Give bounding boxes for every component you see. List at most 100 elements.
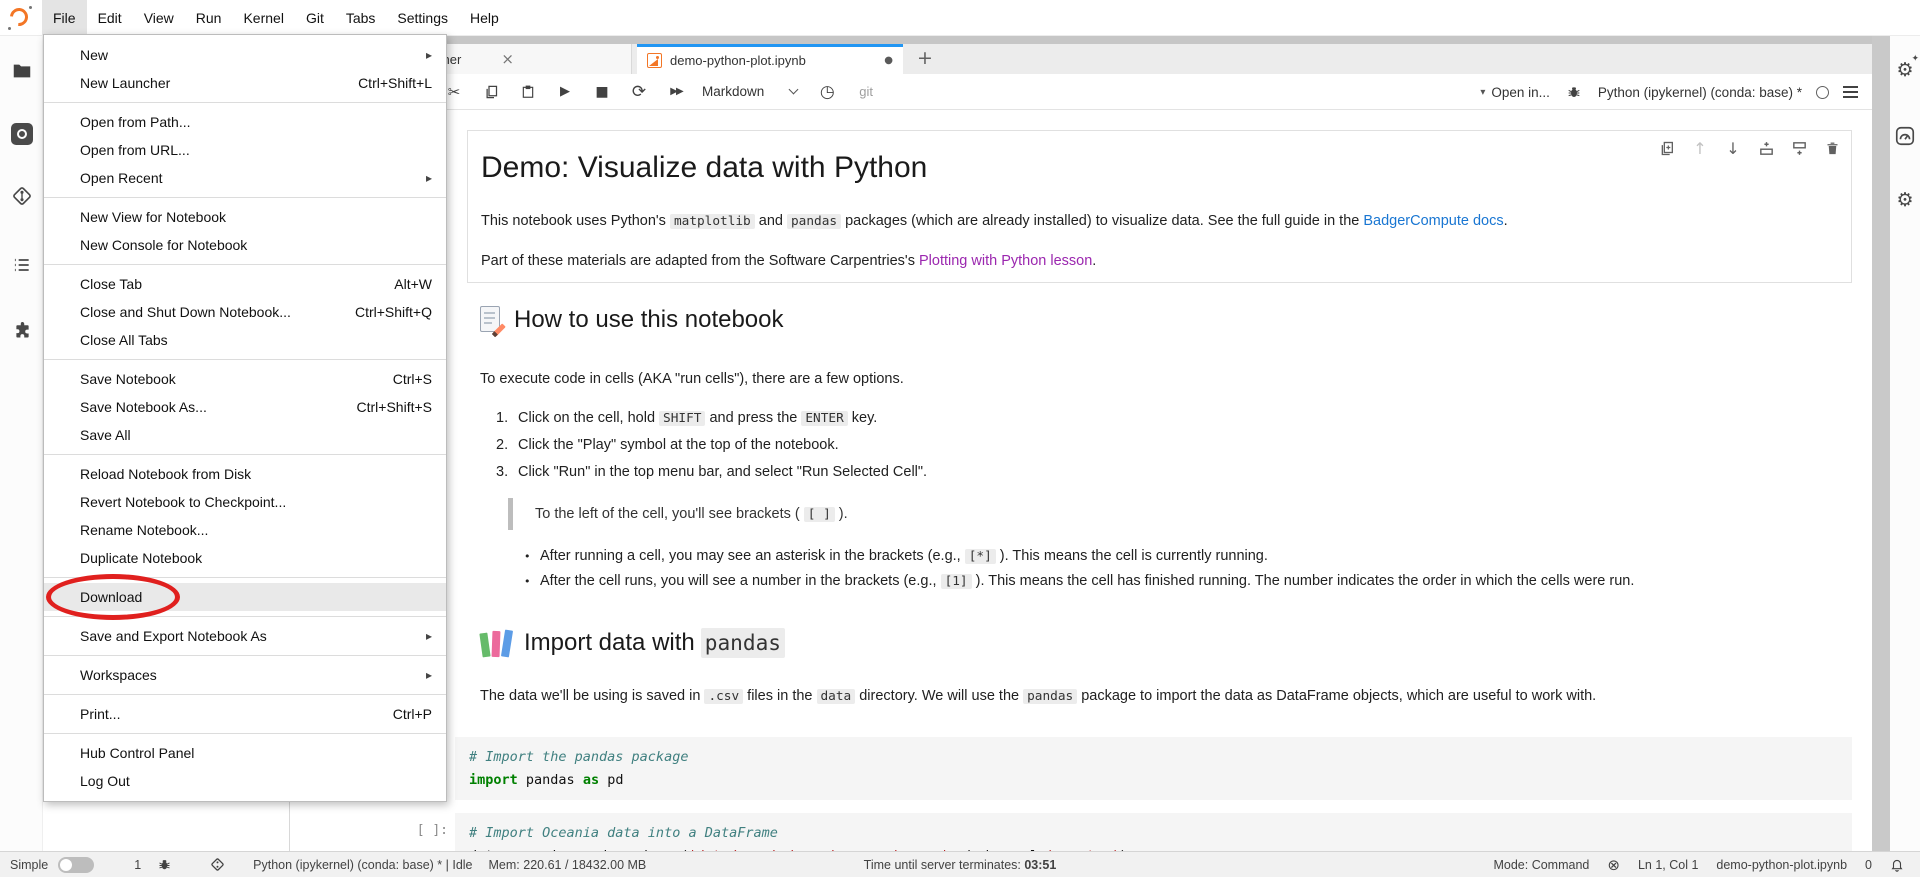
move-cell-up-icon[interactable]: ↑ [1691, 139, 1709, 157]
execution-time-icon[interactable]: ◷ [817, 82, 837, 102]
table-of-contents-icon[interactable] [10, 253, 34, 277]
tab-notebook[interactable]: demo-python-plot.ipynb ● [637, 44, 903, 74]
menu-item-duplicate-notebook[interactable]: Duplicate Notebook [44, 544, 446, 572]
delete-cell-icon[interactable] [1823, 139, 1841, 157]
menu-item-save-all[interactable]: Save All [44, 421, 446, 449]
menu-item-save-export-as[interactable]: Save and Export Notebook As▸ [44, 622, 446, 650]
menu-tabs[interactable]: Tabs [335, 0, 387, 35]
simple-mode-toggle[interactable] [58, 857, 94, 873]
cell-type-dropdown[interactable]: Markdown [702, 84, 797, 99]
git-diamond-icon[interactable] [210, 857, 225, 872]
right-panel-divider[interactable] [1872, 36, 1890, 851]
interrupt-kernel-icon[interactable]: ■ [592, 82, 612, 102]
menu-item-close-tab[interactable]: Close TabAlt+W [44, 270, 446, 298]
close-tab-icon[interactable]: × [501, 50, 514, 68]
menu-item-open-from-path[interactable]: Open from Path... [44, 108, 446, 136]
menu-item-new-launcher[interactable]: New LauncherCtrl+Shift+L [44, 69, 446, 97]
app-logo-icon[interactable] [8, 6, 32, 30]
extensions-icon[interactable] [10, 318, 34, 342]
list-item: 3. Click "Run" in the top menu bar, and … [480, 459, 1852, 486]
unsaved-dot-icon[interactable]: ● [884, 55, 893, 66]
menu-item-reload-from-disk[interactable]: Reload Notebook from Disk [44, 460, 446, 488]
paste-cells-icon[interactable] [518, 82, 538, 102]
csv-chip: .csv [704, 689, 743, 704]
duplicate-cell-icon[interactable] [1658, 139, 1676, 157]
menu-item-log-out[interactable]: Log Out [44, 767, 446, 795]
status-left-group: Simple 1 Python (ipykernel) (conda: base… [10, 857, 646, 873]
kernel-status-icon[interactable] [1816, 86, 1829, 99]
menu-item-workspaces[interactable]: Workspaces▸ [44, 661, 446, 689]
open-in-dropdown[interactable]: ▾ Open in... [1480, 85, 1550, 100]
insert-cell-below-icon[interactable] [1790, 139, 1808, 157]
menu-git[interactable]: Git [295, 0, 335, 35]
code-editor[interactable]: # Import the pandas package import panda… [455, 737, 1852, 800]
cursor-position[interactable]: Ln 1, Col 1 [1638, 858, 1698, 872]
jupyterlab-window: File Edit View Run Kernel Git Tabs Setti… [0, 0, 1920, 877]
new-tab-button[interactable]: + [912, 46, 938, 70]
notifications-count[interactable]: 0 [1865, 858, 1872, 872]
import-paragraph: The data we'll be using is saved in .csv… [480, 686, 1852, 707]
list-item: 1. Click on the cell, hold SHIFT and pre… [480, 405, 1852, 432]
menu-kernel[interactable]: Kernel [232, 0, 294, 35]
run-options-list: 1. Click on the cell, hold SHIFT and pre… [480, 405, 1852, 486]
property-inspector-icon[interactable]: ⚙ [1893, 188, 1917, 212]
server-timer-value: 03:51 [1024, 858, 1056, 872]
menu-item-open-recent[interactable]: Open Recent▸ [44, 164, 446, 192]
menu-item-print[interactable]: Print...Ctrl+P [44, 700, 446, 728]
dashboard-gauge-icon[interactable] [1893, 124, 1917, 148]
menu-item-hub-control-panel[interactable]: Hub Control Panel [44, 739, 446, 767]
cut-cells-icon[interactable]: ✂ [444, 82, 464, 102]
plotting-lesson-link[interactable]: Plotting with Python lesson [919, 253, 1092, 269]
menu-settings[interactable]: Settings [386, 0, 459, 35]
menu-help[interactable]: Help [459, 0, 510, 35]
running-kernels-icon[interactable] [10, 122, 34, 146]
customization-tools-icon[interactable]: ⚙✦ [1893, 58, 1917, 82]
bell-icon[interactable] [1890, 857, 1904, 872]
bug-icon[interactable] [157, 857, 172, 872]
menu-bar: File Edit View Run Kernel Git Tabs Setti… [0, 0, 1920, 36]
mode-indicator[interactable]: Mode: Command [1493, 858, 1589, 872]
menu-view[interactable]: View [133, 0, 185, 35]
menu-edit[interactable]: Edit [87, 0, 133, 35]
markdown-cell-import[interactable]: Import data with pandas The data we'll b… [480, 628, 1852, 726]
restart-kernel-icon[interactable]: ⟳ [629, 82, 649, 102]
menu-separator [44, 694, 446, 695]
menu-separator [44, 102, 446, 103]
menu-item-save-notebook-as[interactable]: Save Notebook As...Ctrl+Shift+S [44, 393, 446, 421]
copy-cells-icon[interactable] [481, 82, 501, 102]
code-editor[interactable]: # Import Oceania data into a DataFrame d… [455, 813, 1852, 851]
git-panel-icon[interactable] [10, 184, 34, 208]
menu-separator [44, 733, 446, 734]
left-activity-bar [0, 36, 43, 851]
keyboard-shortcuts-icon[interactable]: ⊗ [1607, 856, 1620, 874]
submenu-arrow-icon: ▸ [426, 48, 432, 62]
insert-cell-above-icon[interactable] [1757, 139, 1775, 157]
menu-item-revert-to-checkpoint[interactable]: Revert Notebook to Checkpoint... [44, 488, 446, 516]
menu-item-new-console[interactable]: New Console for Notebook [44, 231, 446, 259]
submenu-arrow-icon: ▸ [426, 629, 432, 643]
badgercompute-docs-link[interactable]: BadgerCompute docs [1363, 213, 1503, 229]
menu-item-save-notebook[interactable]: Save NotebookCtrl+S [44, 365, 446, 393]
menu-run[interactable]: Run [185, 0, 233, 35]
caret-down-icon: ▾ [1480, 87, 1485, 98]
kernel-status-text[interactable]: Python (ipykernel) (conda: base) * | Idl… [253, 858, 472, 872]
restart-run-all-icon[interactable]: ▶▶ [666, 82, 686, 102]
debugger-icon[interactable] [1564, 82, 1584, 102]
menu-item-new[interactable]: New▸ [44, 41, 446, 69]
menu-item-open-from-url[interactable]: Open from URL... [44, 136, 446, 164]
run-cell-icon[interactable]: ▶ [555, 82, 575, 102]
menu-item-close-shutdown[interactable]: Close and Shut Down Notebook...Ctrl+Shif… [44, 298, 446, 326]
brackets-chip: [ ] [804, 507, 835, 522]
kernel-name-button[interactable]: Python (ipykernel) (conda: base) * [1598, 85, 1802, 100]
menu-item-close-all-tabs[interactable]: Close All Tabs [44, 326, 446, 354]
menu-file[interactable]: File [42, 0, 87, 35]
file-browser-icon[interactable] [10, 59, 34, 83]
panel-menu-icon[interactable] [1843, 86, 1858, 99]
menu-item-rename-notebook[interactable]: Rename Notebook... [44, 516, 446, 544]
markdown-cell-howto[interactable]: How to use this notebook To execute code… [480, 305, 1852, 594]
menu-item-download[interactable]: Download [44, 583, 446, 611]
menu-item-new-view[interactable]: New View for Notebook [44, 203, 446, 231]
markdown-cell-title[interactable]: ↑ ↓ Demo: Visualize data with Python Thi… [467, 130, 1852, 283]
move-cell-down-icon[interactable]: ↓ [1724, 139, 1742, 157]
right-activity-bar: ⚙✦ ⚙ [1890, 36, 1920, 851]
